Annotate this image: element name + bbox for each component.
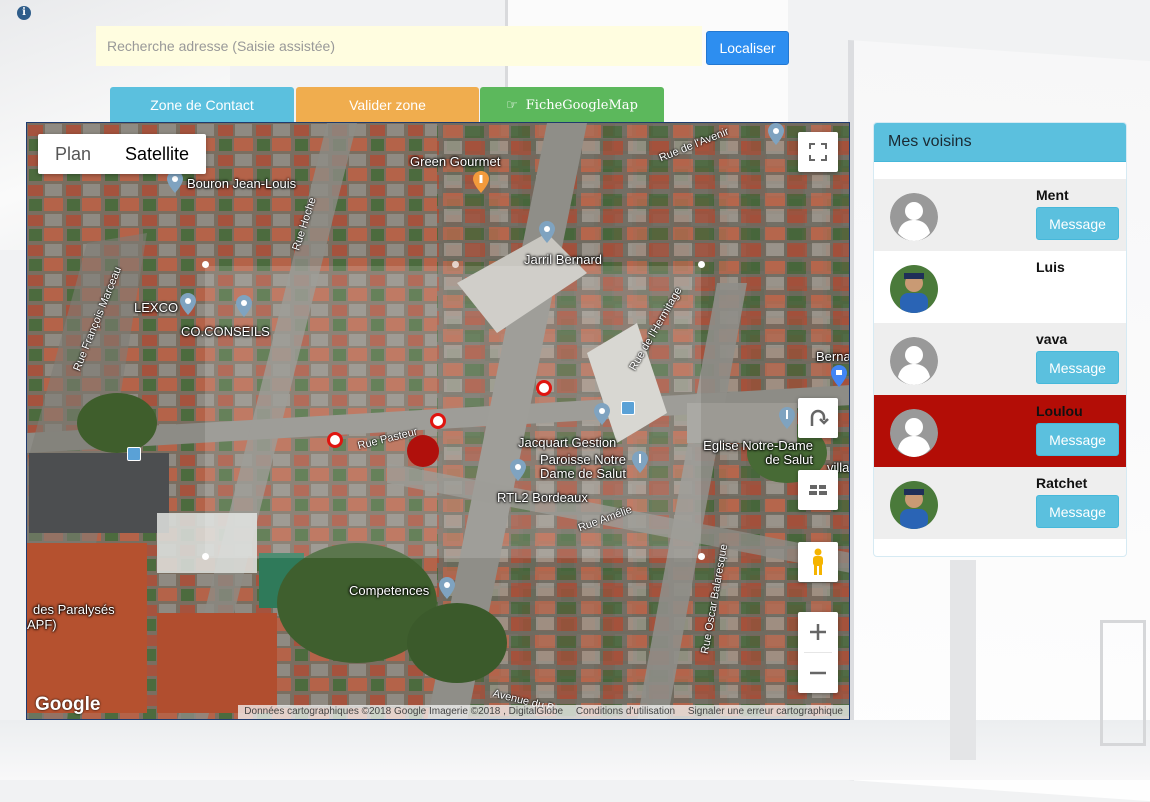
- background-architecture: [0, 720, 1150, 780]
- restaurant-pin-icon[interactable]: [473, 171, 489, 193]
- place-pin-icon[interactable]: [180, 293, 196, 315]
- bus-stop-icon[interactable]: [127, 447, 141, 461]
- place-pin-icon[interactable]: [439, 577, 455, 599]
- avatar-photo[interactable]: [890, 481, 938, 529]
- place-label: LEXCO: [134, 300, 179, 315]
- street-view-button[interactable]: [798, 542, 838, 582]
- zoom-in-button[interactable]: [798, 612, 838, 652]
- message-button[interactable]: Message: [1036, 495, 1119, 528]
- localiser-button[interactable]: Localiser: [706, 31, 789, 65]
- fullscreen-button[interactable]: [798, 132, 838, 172]
- place-pin-icon[interactable]: [768, 123, 784, 145]
- place-label: APF): [27, 617, 57, 632]
- google-logo: Google: [35, 694, 101, 715]
- place-pin-icon[interactable]: [510, 459, 526, 481]
- place-label: CO.CONSEILS: [181, 324, 270, 339]
- fiche-google-map-button[interactable]: ☞ FicheGoogleMap: [480, 87, 664, 123]
- message-button[interactable]: Message: [1036, 351, 1119, 384]
- zone-contact-button[interactable]: Zone de Contact: [110, 87, 294, 123]
- default-user-icon[interactable]: [890, 409, 938, 457]
- info-icon[interactable]: i: [17, 6, 31, 20]
- place-label: Jacquart Gestion: [518, 435, 617, 450]
- neighbour-item: Ratchet Message: [874, 467, 1126, 539]
- rotate-icon: [810, 409, 829, 426]
- bus-stop-icon[interactable]: [621, 401, 635, 415]
- default-user-icon[interactable]: [890, 337, 938, 385]
- tilt-map-button[interactable]: [798, 470, 838, 510]
- place-label: Eglise Notre-Dame de Salut: [703, 438, 813, 467]
- neighbour-name: Loulou: [1036, 403, 1083, 419]
- zone-handle[interactable]: [452, 261, 459, 268]
- map-type-switch: Plan Satellite: [38, 134, 207, 174]
- place-label: Bouron Jean-Louis: [187, 176, 297, 191]
- neighbour-name: vava: [1036, 331, 1068, 347]
- map-type-satellite[interactable]: Satellite: [108, 134, 206, 174]
- place-label: des Paralysés: [33, 602, 115, 617]
- hand-pointing-icon: ☞: [506, 97, 518, 113]
- church-pin-icon[interactable]: [779, 407, 795, 429]
- current-position-marker[interactable]: [407, 435, 439, 467]
- neighbours-panel: Mes voisins Ment Message Luis vava Message Lo…: [873, 122, 1127, 557]
- map-type-plan[interactable]: Plan: [38, 134, 108, 174]
- place-label: Berna: [816, 349, 850, 364]
- location-marker[interactable]: [430, 413, 446, 429]
- tilt-icon: [809, 485, 827, 495]
- place-label: RTL2 Bordeaux: [497, 490, 588, 505]
- place-label: Paroisse Notre Dame de Salut: [540, 452, 626, 481]
- place-pin-icon[interactable]: [594, 403, 610, 425]
- place-pin-icon[interactable]: [236, 295, 252, 317]
- shopping-pin-icon[interactable]: [831, 365, 847, 387]
- satellite-map[interactable]: Green Gourmet Bouron Jean-Louis Jarril B…: [26, 122, 850, 720]
- zoom-out-button[interactable]: [798, 653, 838, 693]
- neighbour-item: Loulou Message: [874, 395, 1126, 467]
- fiche-google-map-label: FicheGoogleMap: [525, 97, 638, 113]
- neighbour-name: Luis: [1036, 259, 1065, 275]
- zone-handle[interactable]: [202, 261, 209, 268]
- fullscreen-icon: [809, 143, 827, 161]
- minus-icon: [810, 671, 826, 675]
- default-user-icon[interactable]: [890, 193, 938, 241]
- map-attribution: Données cartographiques ©2018 Google Ima…: [238, 705, 849, 719]
- address-search-input[interactable]: [96, 26, 702, 66]
- map-data-credit: Données cartographiques ©2018 Google Ima…: [244, 706, 564, 717]
- message-button[interactable]: Message: [1036, 423, 1119, 456]
- location-marker[interactable]: [536, 380, 552, 396]
- background-architecture: [950, 560, 976, 760]
- place-pin-icon[interactable]: [539, 221, 555, 243]
- zone-handle[interactable]: [698, 553, 705, 560]
- background-architecture: [1100, 620, 1146, 746]
- valider-zone-button[interactable]: Valider zone: [296, 87, 479, 123]
- place-pin-icon[interactable]: [167, 171, 183, 193]
- report-error-link[interactable]: Signaler une erreur cartographique: [688, 706, 843, 717]
- neighbour-item: Ment Message: [874, 179, 1126, 251]
- neighbour-name: Ratchet: [1036, 475, 1088, 491]
- zone-handle[interactable]: [202, 553, 209, 560]
- pegman-icon: [813, 548, 823, 575]
- terms-link[interactable]: Conditions d'utilisation: [576, 706, 675, 717]
- rotate-map-button[interactable]: [798, 398, 838, 438]
- neighbour-item: vava Message: [874, 323, 1126, 395]
- place-label: Competences: [349, 583, 430, 598]
- neighbour-item: Luis: [874, 251, 1126, 323]
- location-marker[interactable]: [327, 432, 343, 448]
- neighbour-name: Ment: [1036, 187, 1069, 203]
- zoom-controls: [798, 612, 838, 693]
- church-pin-icon[interactable]: [632, 451, 648, 473]
- plus-icon: [810, 624, 826, 640]
- avatar-photo[interactable]: [890, 265, 938, 313]
- place-label: Green Gourmet: [410, 154, 501, 169]
- place-label: Jarril Bernard: [524, 252, 603, 267]
- message-button[interactable]: Message: [1036, 207, 1119, 240]
- zone-handle[interactable]: [698, 261, 705, 268]
- panel-title: Mes voisins: [874, 123, 1126, 162]
